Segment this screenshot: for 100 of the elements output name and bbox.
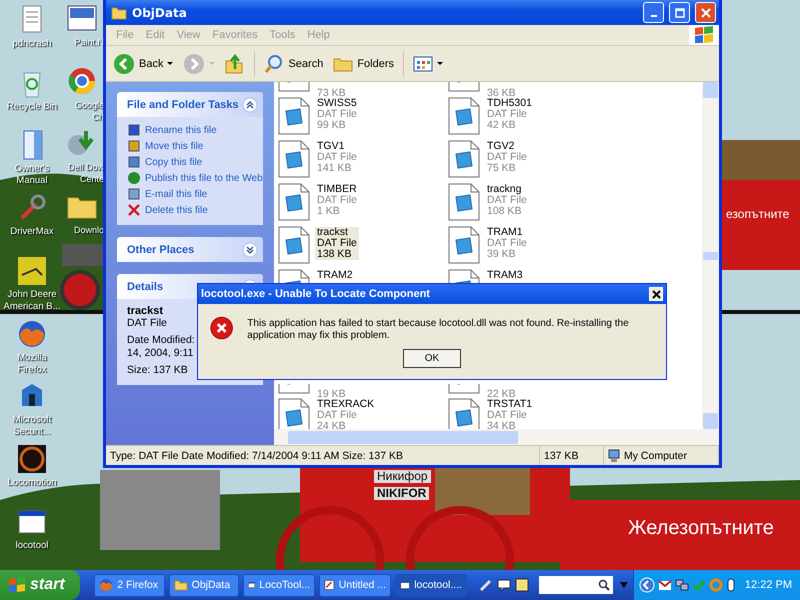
desktop-icon-label[interactable]: Dell Dow Cente [62,161,104,186]
chat-icon[interactable] [497,578,512,592]
file-label[interactable]: TRSTAT1 DAT File 34 KB [485,399,534,429]
detail-name: trackst [127,305,164,317]
mail-icon [127,187,141,201]
search-icon [598,579,610,591]
computer-icon [608,448,620,462]
collapse-icon [242,96,258,112]
wallpaper-caption: Железопътните [628,517,774,539]
network-icon[interactable] [674,578,689,592]
search-button[interactable]: Search [261,52,326,76]
file-label[interactable]: TRAM2 [315,270,355,281]
file-icon [448,226,480,264]
rename-icon [127,123,141,137]
file-label[interactable]: TGV2 DAT File 75 KB [485,141,529,174]
file-icon [278,398,310,429]
taskbar-button[interactable]: 2 Firefox [94,574,165,596]
copy-icon [127,155,141,169]
windows-logo-icon [8,577,26,593]
close-button[interactable] [649,287,663,301]
pen-icon[interactable] [479,578,494,592]
desktop-icon-label[interactable]: locotool [16,540,48,552]
task-link[interactable]: Copy this file [145,156,202,168]
minimize-icon [650,15,656,17]
file-label[interactable]: trackst DAT File 138 KB [315,227,359,260]
check-icon[interactable] [692,578,706,592]
file-icon [278,226,310,264]
status-location: My Computer [624,450,688,462]
scroll-thumb[interactable] [703,252,718,260]
task-link[interactable]: Move this file [145,140,204,152]
desktop-icon-label[interactable]: Owner's Manual [2,163,62,188]
taskbar-button[interactable]: locotool.... [395,574,468,596]
file-label[interactable]: TGV1 DAT File 141 KB [315,141,359,174]
folder-icon [174,578,188,592]
task-link[interactable]: Delete this file [145,204,208,216]
horizontal-scrollbar[interactable] [274,429,719,445]
file-label[interactable]: SWISS5 DAT File 99 KB [315,98,359,131]
folder-icon [111,6,127,20]
taskbar-button[interactable]: LocoTool... [243,574,316,596]
scroll-thumb[interactable] [288,430,518,444]
back-button[interactable]: Back [110,50,176,76]
boiler-drawing [62,244,103,266]
tractor-icon[interactable] [16,254,48,287]
folders-button[interactable]: Folders [330,52,398,74]
file-icon [448,384,480,394]
file-icon [278,183,310,221]
caret-icon [437,62,444,65]
file-icon [278,384,310,394]
folder-up-icon [225,52,246,74]
move-icon [127,139,141,153]
taskbar-button[interactable]: ObjData [168,574,240,596]
desktop-icon-label[interactable]: DriverMax [10,226,54,238]
file-label[interactable]: TIMBER DAT File 1 KB [315,184,359,217]
minimize-button[interactable] [643,2,664,23]
help-icon[interactable] [515,578,530,592]
vertical-scrollbar[interactable] [702,82,719,429]
clock: 12:22 PM [744,579,792,591]
wallpaper-caption: езопътните [726,208,790,222]
search-icon [264,54,284,74]
taskbar-button[interactable]: Untitled ... [319,574,392,596]
file-label[interactable]: TRAM3 [485,270,525,281]
file-size-label[interactable]: 73 KB [315,82,348,99]
caret-icon [167,62,174,65]
file-label[interactable]: TREXRACK DAT File 24 KB [315,399,376,429]
maximize-icon [674,8,684,18]
file-icon [278,97,310,135]
file-icon [448,140,480,178]
ok-button[interactable]: OK [403,349,461,368]
maximize-button[interactable] [669,2,690,23]
panel-header[interactable]: File and Folder Tasks [117,92,263,117]
search-field[interactable] [539,576,614,594]
close-icon [652,290,660,298]
wallpaper-caption: NIKIFOR [374,487,430,500]
file-label[interactable]: TDH5301 DAT File 42 KB [485,98,534,131]
task-link[interactable]: E-mail this file [145,188,208,200]
error-message: This application has failed to start because locotool.dll was not found. Re-installing the application may fix this problem. [247,318,630,342]
desktop-icon-label[interactable]: Downlo [62,224,104,236]
window-icon [400,578,410,592]
dropdown-icon[interactable] [619,581,629,589]
close-icon [700,8,710,18]
task-link[interactable]: Publish this file to the Web [145,172,263,184]
file-size-label[interactable]: 36 KB [485,82,518,99]
caret-icon [209,62,216,65]
status-size: 137 KB [540,446,604,465]
file-label[interactable]: trackng DAT File 108 KB [485,184,529,217]
panel-header[interactable]: Other Places [117,237,263,262]
task-link[interactable]: Rename this file [145,124,217,136]
status-text: Type: DAT File Date Modified: 7/14/2004 9:11 AM Size: 137 KB [106,446,540,465]
file-icon [448,398,480,429]
start-button[interactable]: start [0,570,80,600]
info-icon[interactable] [726,578,736,592]
expand-icon [242,242,258,258]
file-icon [278,140,310,178]
file-icon [448,97,480,135]
desktop-icon-label[interactable]: John Deere American B... [2,288,62,313]
loco-icon[interactable] [16,442,48,475]
file-label[interactable]: TRAM1 DAT File 39 KB [485,227,529,260]
views-icon [413,56,434,72]
mail-icon[interactable] [658,578,672,592]
chevron-icon[interactable] [638,577,655,593]
